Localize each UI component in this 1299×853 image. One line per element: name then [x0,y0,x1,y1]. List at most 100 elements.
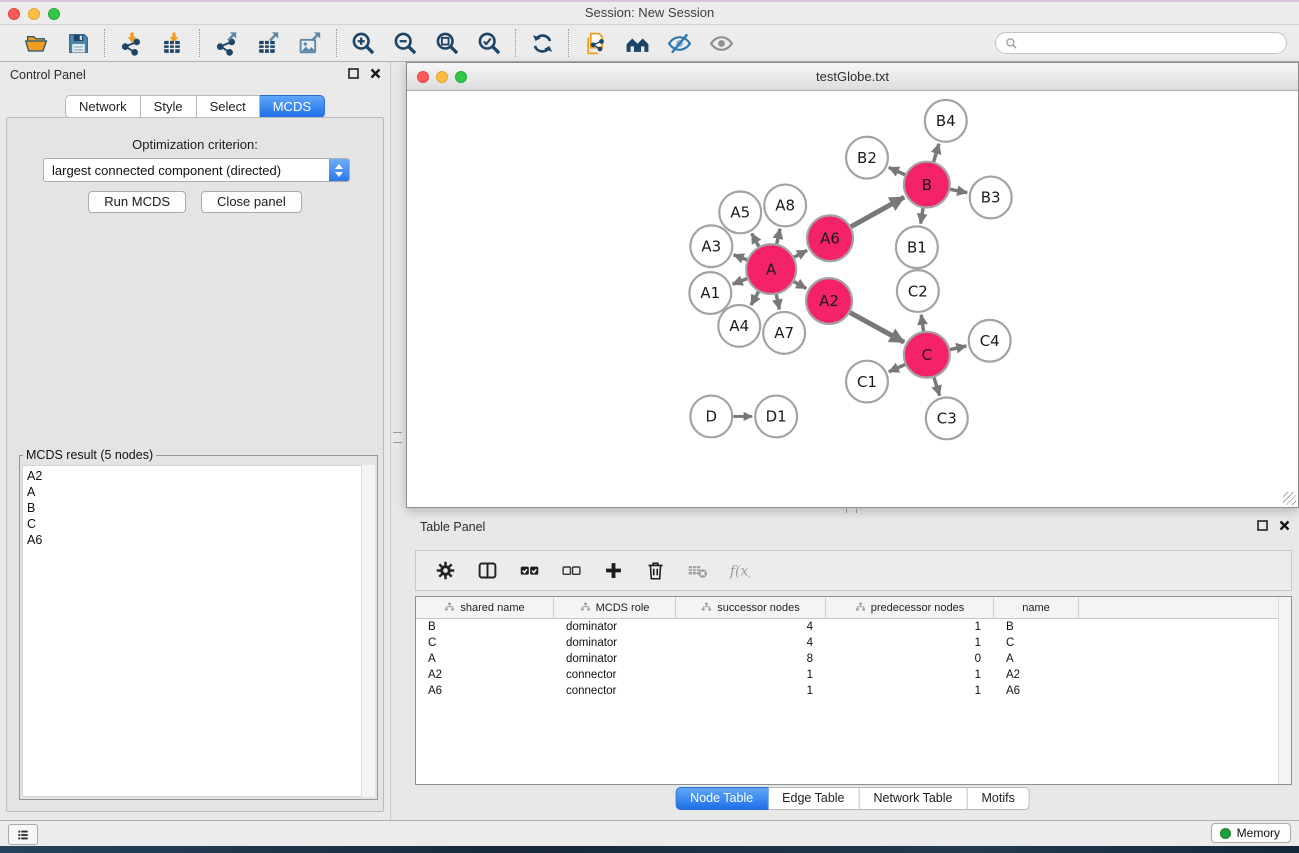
graph-node-A8[interactable]: A8 [764,185,806,227]
column-header-MCDS-role[interactable]: MCDS role [554,597,676,618]
cell-shared-name[interactable]: A6 [416,685,554,697]
graph-node-A4[interactable]: A4 [718,305,760,347]
float-table-panel-icon[interactable] [1257,520,1268,531]
table-row[interactable]: Cdominator41C [416,635,1291,651]
table-tab-edge-table[interactable]: Edge Table [768,787,859,810]
graph-edge-B-B3[interactable] [950,189,967,192]
column-header-shared-name[interactable]: shared name [416,597,554,618]
graph-edge-A-A4[interactable] [751,292,759,305]
graph-edge-A-A1[interactable] [733,279,747,285]
hide-selected-button[interactable] [662,28,696,58]
table-tab-node-table[interactable]: Node Table [675,787,768,810]
graph-edge-A-A8[interactable] [777,229,780,244]
tab-style[interactable]: Style [141,95,197,118]
search-box[interactable] [995,32,1287,54]
graph-edge-C-C3[interactable] [934,378,940,396]
optimization-criterion-select[interactable]: largest connected component (directed) [43,158,350,182]
cell-successor-nodes[interactable]: 8 [676,653,826,665]
tab-mcds[interactable]: MCDS [260,95,325,118]
cell-shared-name[interactable]: A [416,653,554,665]
graph-node-A[interactable]: A [746,244,796,294]
table-row[interactable]: Bdominator41B [416,619,1291,635]
save-session-button[interactable] [61,28,95,58]
graph-node-B4[interactable]: B4 [925,100,967,142]
graph-edge-C-C2[interactable] [921,315,923,331]
memory-button[interactable]: Memory [1211,823,1291,843]
mcds-result-item[interactable]: A [23,484,374,500]
add-column-button[interactable] [603,560,624,581]
cell-MCDS-role[interactable]: dominator [554,621,676,633]
graph-edge-A-A6[interactable] [794,250,807,257]
column-header-successor-nodes[interactable]: successor nodes [676,597,826,618]
graph-node-C3[interactable]: C3 [926,398,968,440]
graph-node-B3[interactable]: B3 [970,177,1012,219]
cell-shared-name[interactable]: B [416,621,554,633]
mcds-result-item[interactable]: A2 [23,468,374,484]
table-row[interactable]: Adominator80A [416,651,1291,667]
graph-edge-B-B1[interactable] [921,208,923,224]
zoom-window-button[interactable] [48,8,60,20]
graph-edge-C-C4[interactable] [950,346,966,350]
cell-successor-nodes[interactable]: 1 [676,685,826,697]
column-header-predecessor-nodes[interactable]: predecessor nodes [826,597,994,618]
column-header-name[interactable]: name [994,597,1079,618]
zoom-fit-button[interactable] [430,28,464,58]
close-table-panel-icon[interactable] [1279,520,1290,531]
mcds-result-item[interactable]: A6 [23,532,374,548]
graph-edge-A2-C[interactable] [850,313,904,343]
graph-node-A1[interactable]: A1 [689,272,731,314]
network-graph[interactable]: AA6A2BCA1A3A4A5A7A8B1B2B3B4C1C2C3C4DD1 [407,91,1298,507]
cell-MCDS-role[interactable]: connector [554,685,676,697]
cell-name[interactable]: A2 [994,669,1079,681]
cell-MCDS-role[interactable]: dominator [554,653,676,665]
mcds-result-item[interactable]: B [23,500,374,516]
zoom-out-button[interactable] [388,28,422,58]
window-resize-grip[interactable] [1283,492,1296,505]
delete-column-button[interactable] [645,560,666,581]
export-network-button[interactable] [209,28,243,58]
graph-node-A7[interactable]: A7 [763,312,805,354]
show-all-button[interactable] [704,28,738,58]
table-row[interactable]: A2connector11A2 [416,667,1291,683]
minimize-window-button[interactable] [28,8,40,20]
graph-node-C4[interactable]: C4 [969,320,1011,362]
mcds-result-scrollbar[interactable] [361,465,375,797]
cell-successor-nodes[interactable]: 1 [676,669,826,681]
graph-edge-A-A5[interactable] [752,233,759,246]
cell-name[interactable]: C [994,637,1079,649]
table-tab-network-table[interactable]: Network Table [860,787,968,810]
table-scrollbar[interactable] [1278,597,1291,784]
tab-network[interactable]: Network [65,95,141,118]
cell-name[interactable]: B [994,621,1079,633]
table-settings-button[interactable] [435,560,456,581]
cell-predecessor-nodes[interactable]: 1 [826,637,994,649]
network-canvas[interactable]: AA6A2BCA1A3A4A5A7A8B1B2B3B4C1C2C3C4DD1 [407,91,1298,507]
table-row[interactable]: A6connector11A6 [416,683,1291,699]
export-table-button[interactable] [251,28,285,58]
cell-successor-nodes[interactable]: 4 [676,637,826,649]
zoom-selected-button[interactable] [472,28,506,58]
graph-node-B2[interactable]: B2 [846,137,888,179]
close-panel-button[interactable]: Close panel [201,191,302,213]
close-panel-icon[interactable] [370,68,381,79]
mcds-result-item[interactable]: C [23,516,374,532]
float-panel-icon[interactable] [348,68,359,79]
graph-edge-A-A7[interactable] [776,295,779,310]
graph-node-B1[interactable]: B1 [896,226,938,268]
cell-predecessor-nodes[interactable]: 0 [826,653,994,665]
graph-node-A2[interactable]: A2 [806,278,852,324]
graph-node-D1[interactable]: D1 [755,396,797,438]
graph-node-A5[interactable]: A5 [719,192,761,234]
close-window-button[interactable] [8,8,20,20]
cell-name[interactable]: A6 [994,685,1079,697]
graph-node-D[interactable]: D [690,396,732,438]
zoom-in-button[interactable] [346,28,380,58]
graph-node-A3[interactable]: A3 [690,225,732,267]
cell-shared-name[interactable]: A2 [416,669,554,681]
import-table-button[interactable] [156,28,190,58]
graph-node-C1[interactable]: C1 [846,361,888,403]
vertical-splitter[interactable] [391,62,406,820]
graph-edge-A-A3[interactable] [734,255,747,260]
run-mcds-button[interactable]: Run MCDS [88,191,186,213]
cell-shared-name[interactable]: C [416,637,554,649]
